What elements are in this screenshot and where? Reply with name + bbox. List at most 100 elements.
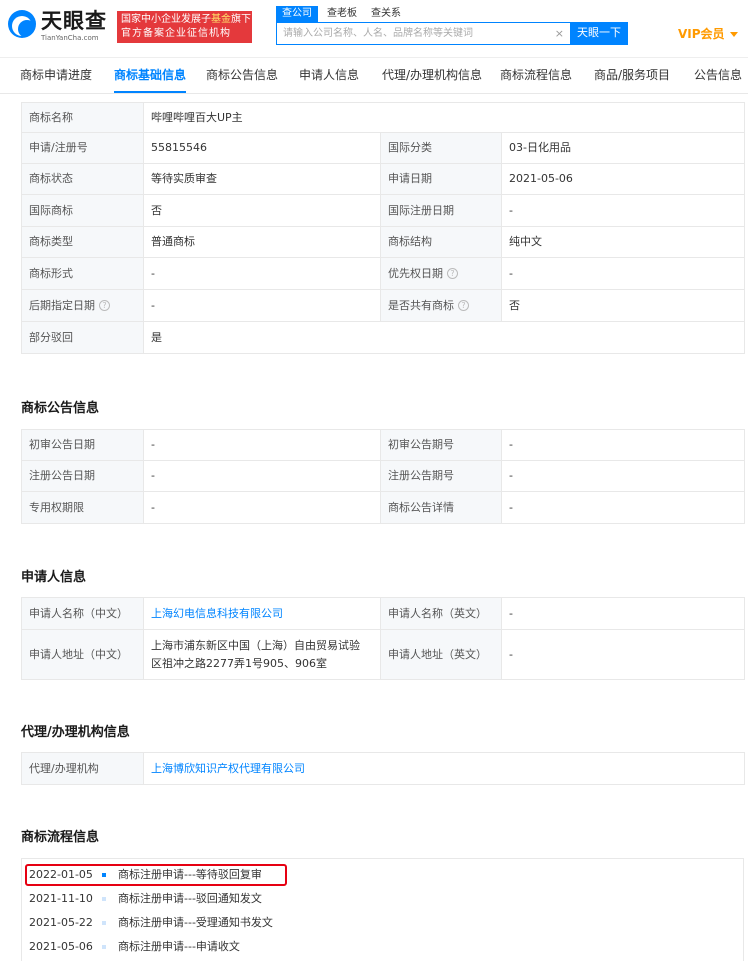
banner-text-b: 基金	[211, 14, 231, 25]
later-date-cell: 后期指定日期?	[21, 289, 144, 322]
search-button[interactable]: 天眼一下	[570, 22, 628, 45]
table-row: 注册公告日期 - 注册公告期号 -	[21, 460, 745, 492]
chevron-down-icon	[729, 32, 738, 37]
agent-table: 代理/办理机构 上海博欣知识产权代理有限公司	[21, 752, 745, 785]
basic-info-table: 商标名称 哔哩哔哩百大UP主 申请/注册号 55815546 国际分类 03-日…	[21, 102, 745, 354]
priority-date-label: 优先权日期	[388, 266, 443, 280]
announcement-detail-label: 商标公告详情	[380, 491, 502, 524]
applicant-addr-en-label: 申请人地址（英文）	[380, 629, 502, 680]
flow-text: 商标注册申请---受理通知书发文	[118, 916, 273, 929]
tab-applicant-info[interactable]: 申请人信息	[299, 58, 359, 93]
status-label: 商标状态	[21, 163, 144, 195]
addr-line-1: 上海市浦东新区中国（上海）自由贸易试验	[151, 638, 360, 652]
trademark-tab-bar: 商标申请进度 商标基础信息 商标公告信息 申请人信息 代理/办理机构信息 商标流…	[0, 57, 748, 94]
priority-date-value: -	[501, 257, 745, 290]
vip-member-menu[interactable]: VIP会员	[678, 26, 738, 42]
list-item: 2021-05-22 商标注册申请---受理通知书发文	[22, 913, 745, 933]
intl-class-label: 国际分类	[380, 132, 502, 164]
table-row: 申请人地址（中文） 上海市浦东新区中国（上海）自由贸易试验 区祖冲之路2277弄1…	[21, 629, 745, 680]
announcement-table: 初审公告日期 - 初审公告期号 - 注册公告日期 - 注册公告期号 - 专用权期…	[21, 429, 745, 524]
agent-link[interactable]: 上海博欣知识产权代理有限公司	[143, 752, 745, 785]
exclusive-period-value: -	[143, 491, 381, 524]
official-banner: 国家中小企业发展子基金旗下 官方备案企业征信机构	[117, 11, 252, 43]
table-row: 国际商标 否 国际注册日期 -	[21, 194, 745, 227]
reg-date-value: -	[143, 460, 381, 492]
structure-label: 商标结构	[380, 226, 502, 258]
reg-announce-no-value: -	[501, 460, 745, 492]
banner-text-a: 国家中小企业发展子	[121, 14, 211, 25]
logo-text: 天眼查	[41, 9, 107, 33]
intl-tm-label: 国际商标	[21, 194, 144, 227]
shared-tm-label: 是否共有商标	[388, 298, 454, 312]
tab-basic-info[interactable]: 商标基础信息	[114, 58, 187, 93]
tab-goods-services[interactable]: 商品/服务项目	[594, 58, 670, 93]
status-value: 等待实质审查	[143, 163, 381, 195]
flow-text: 商标注册申请---驳回通知发文	[118, 892, 262, 905]
table-row: 初审公告日期 - 初审公告期号 -	[21, 429, 745, 461]
search-input[interactable]	[283, 25, 548, 42]
vip-label: VIP会员	[678, 27, 725, 41]
question-icon[interactable]: ?	[458, 300, 469, 311]
intl-tm-value: 否	[143, 194, 381, 227]
timeline-dot-icon	[102, 921, 106, 925]
agent-label: 代理/办理机构	[21, 752, 144, 785]
prelim-date-value: -	[143, 429, 381, 461]
announcement-section-title: 商标公告信息	[21, 401, 100, 416]
search-tab-company[interactable]: 查公司	[276, 6, 318, 22]
question-icon[interactable]: ?	[99, 300, 110, 311]
prelim-date-label: 初审公告日期	[21, 429, 144, 461]
site-logo[interactable]: 天眼查 TianYanCha.com	[8, 8, 118, 44]
form-value: -	[143, 257, 381, 290]
agent-section-title: 代理/办理机构信息	[21, 725, 130, 740]
announcement-detail-value: -	[501, 491, 745, 524]
tab-announcement-info[interactable]: 商标公告信息	[206, 58, 278, 93]
prelim-no-value: -	[501, 429, 745, 461]
flow-date: 2021-05-06	[29, 940, 93, 953]
clear-icon[interactable]: ×	[555, 27, 564, 40]
applicant-name-cn-link[interactable]: 上海幻电信息科技有限公司	[143, 597, 381, 630]
intl-reg-date-value: -	[501, 194, 745, 227]
table-row: 申请人名称（中文） 上海幻电信息科技有限公司 申请人名称（英文） -	[21, 597, 745, 630]
search-box: ×	[276, 22, 571, 45]
flow-text: 商标注册申请---申请收文	[118, 940, 240, 953]
tab-notices[interactable]: 公告信息	[694, 58, 742, 93]
table-row: 部分驳回 是	[21, 321, 745, 354]
banner-text-c: 旗下	[231, 14, 251, 25]
table-row: 商标形式 - 优先权日期? -	[21, 257, 745, 290]
later-date-label: 后期指定日期	[29, 298, 95, 312]
prelim-no-label: 初审公告期号	[380, 429, 502, 461]
table-row: 商标名称 哔哩哔哩百大UP主	[21, 102, 745, 133]
applicant-name-en-label: 申请人名称（英文）	[380, 597, 502, 630]
shared-tm-value: 否	[501, 289, 745, 322]
list-item: 2021-05-06 商标注册申请---申请收文	[22, 937, 745, 957]
applicant-section-title: 申请人信息	[21, 570, 87, 585]
form-label: 商标形式	[21, 257, 144, 290]
search-tab-relation[interactable]: 查关系	[365, 6, 407, 22]
list-item: 2021-11-10 商标注册申请---驳回通知发文	[22, 889, 745, 909]
intl-class-value: 03-日化用品	[501, 132, 745, 164]
timeline-dot-icon	[102, 897, 106, 901]
reg-date-label: 注册公告日期	[21, 460, 144, 492]
priority-date-cell: 优先权日期?	[380, 257, 502, 290]
apply-date-label: 申请日期	[380, 163, 502, 195]
shared-tm-cell: 是否共有商标?	[380, 289, 502, 322]
question-icon[interactable]: ?	[447, 268, 458, 279]
table-row: 后期指定日期? - 是否共有商标? 否	[21, 289, 745, 322]
reg-no-value: 55815546	[143, 132, 381, 164]
search-tab-boss[interactable]: 查老板	[321, 6, 363, 22]
applicant-addr-en-value: -	[501, 629, 745, 680]
reg-no-label: 申请/注册号	[21, 132, 144, 164]
applicant-addr-cn-label: 申请人地址（中文）	[21, 629, 144, 680]
flow-section-title: 商标流程信息	[21, 830, 100, 845]
tab-agent-info[interactable]: 代理/办理机构信息	[382, 58, 482, 93]
timeline-dot-icon	[102, 945, 106, 949]
partial-reject-value: 是	[143, 321, 745, 354]
intl-reg-date-label: 国际注册日期	[380, 194, 502, 227]
reg-announce-no-label: 注册公告期号	[380, 460, 502, 492]
tab-flow-info[interactable]: 商标流程信息	[500, 58, 572, 93]
table-row: 专用权期限 - 商标公告详情 -	[21, 491, 745, 524]
flow-date: 2021-11-10	[29, 892, 93, 905]
type-value: 普通商标	[143, 226, 381, 258]
tab-application-progress[interactable]: 商标申请进度	[20, 58, 92, 93]
trademark-name-label: 商标名称	[21, 102, 144, 133]
